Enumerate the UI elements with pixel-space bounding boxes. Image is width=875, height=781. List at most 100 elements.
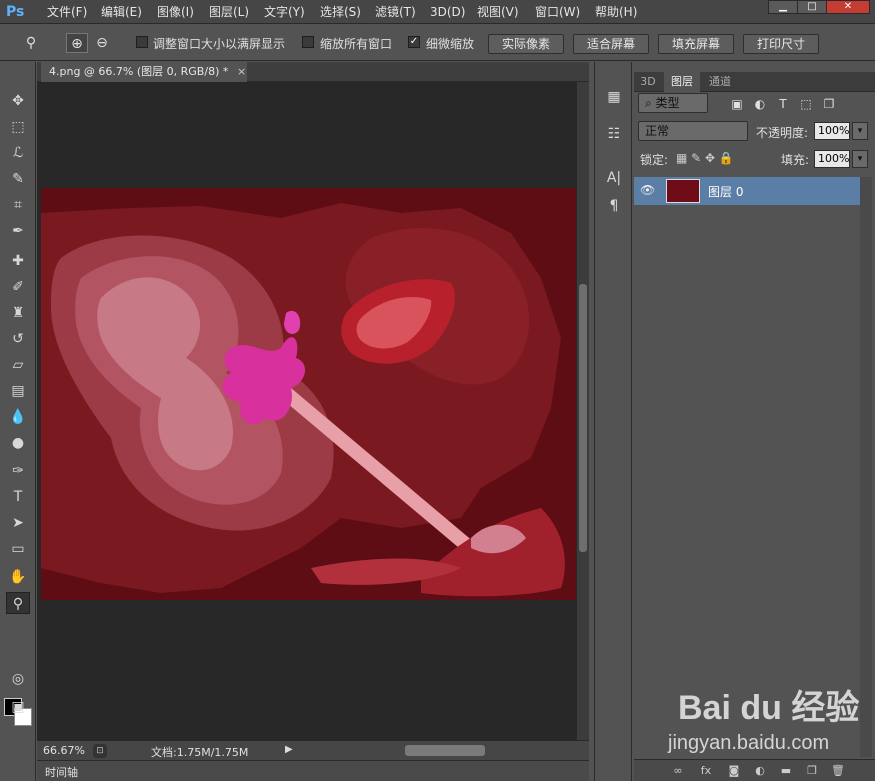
menu-image[interactable]: 图像(I) <box>157 4 194 20</box>
menu-window[interactable]: 窗口(W) <box>535 4 580 20</box>
options-bar: ⚲ ⊕ ⊖ 调整窗口大小以满屏显示 缩放所有窗口 ✓ 细微缩放 实际像素 适合屏… <box>0 25 875 61</box>
menu-edit[interactable]: 编辑(E) <box>101 4 142 20</box>
vertical-scrollbar[interactable] <box>577 82 589 740</box>
fx-icon[interactable]: fx <box>698 763 714 779</box>
adjustment-filter-icon[interactable]: ◐ <box>752 96 768 112</box>
search-icon: ⌕ <box>645 96 656 110</box>
marquee-tool-icon[interactable]: ⬚ <box>6 116 30 138</box>
zoom-out-icon[interactable]: ⊖ <box>91 33 113 53</box>
horizontal-scroll-thumb[interactable] <box>405 745 485 756</box>
menu-filter[interactable]: 滤镜(T) <box>375 4 416 20</box>
fit-screen-button[interactable]: 适合屏幕 <box>573 34 649 54</box>
pen-tool-icon[interactable]: ✑ <box>6 460 30 482</box>
menu-view[interactable]: 视图(V) <box>477 4 519 20</box>
status-bar: 66.67% ⊡ 文档:1.75M/1.75M ▶ <box>37 740 589 760</box>
scrubby-zoom-checkbox[interactable]: ✓ <box>408 36 420 48</box>
quick-select-tool-icon[interactable]: ✎ <box>6 168 30 190</box>
delete-layer-icon[interactable]: 🗑 <box>830 763 846 779</box>
menu-3d[interactable]: 3D(D) <box>430 4 465 20</box>
quick-mask-icon[interactable]: ◎ <box>6 668 30 690</box>
menu-layer[interactable]: 图层(L) <box>209 4 249 20</box>
new-layer-icon[interactable]: ❐ <box>804 763 820 779</box>
zoom-tool-icon[interactable]: ⚲ <box>6 592 30 614</box>
actual-pixels-button[interactable]: 实际像素 <box>488 34 564 54</box>
gradient-tool-icon[interactable]: ▤ <box>6 380 30 402</box>
zoom-tool-preset-icon[interactable]: ⚲ <box>20 33 42 53</box>
share-icon[interactable]: ⊡ <box>93 744 107 758</box>
fill-label: 填充: <box>781 153 810 167</box>
tab-3d[interactable]: 3D <box>634 72 662 92</box>
fill-screen-button[interactable]: 填充屏幕 <box>658 34 734 54</box>
document-tab[interactable]: 4.png @ 66.7% (图层 0, RGB/8) * × <box>41 62 247 82</box>
watermark-url: jingyan.baidu.com <box>668 732 830 754</box>
healing-brush-tool-icon[interactable]: ✚ <box>6 250 30 272</box>
zoom-readout[interactable]: 66.67% <box>43 744 85 757</box>
smart-object-filter-icon[interactable]: ❐ <box>821 96 837 112</box>
layer-filter-select[interactable]: ⌕ 类型 <box>638 93 708 113</box>
status-menu-arrow-icon[interactable]: ▶ <box>285 744 293 755</box>
hand-tool-icon[interactable]: ✋ <box>6 566 30 588</box>
screen-mode-icon[interactable]: ▣ <box>6 696 30 718</box>
maximize-button[interactable]: □ <box>797 0 827 14</box>
history-brush-tool-icon[interactable]: ↺ <box>6 328 30 350</box>
zoom-all-label: 缩放所有窗口 <box>320 37 393 51</box>
baidu-watermark: Bai du 经验 jingyan.baidu.com <box>660 680 860 760</box>
resize-windows-checkbox[interactable] <box>136 36 148 48</box>
pixel-filter-icon[interactable]: ▣ <box>729 96 745 112</box>
shape-filter-icon[interactable]: ⬚ <box>798 96 814 112</box>
menu-bar: Ps 文件(F) 编辑(E) 图像(I) 图层(L) 文字(Y) 选择(S) 滤… <box>0 0 875 24</box>
vertical-scroll-thumb[interactable] <box>579 284 587 552</box>
type-tool-icon[interactable]: T <box>6 486 30 508</box>
clone-stamp-tool-icon[interactable]: ♜ <box>6 302 30 324</box>
document-image[interactable] <box>41 188 576 600</box>
opacity-dropdown-icon[interactable]: ▾ <box>852 122 868 140</box>
panel-tabs: 3D 图层 通道 <box>634 72 875 92</box>
layers-scrollbar[interactable] <box>860 177 872 757</box>
print-size-button[interactable]: 打印尺寸 <box>743 34 819 54</box>
document-tab-bar: 4.png @ 66.7% (图层 0, RGB/8) * × <box>37 62 589 82</box>
watermark-brand: Bai du 经验 <box>678 689 860 727</box>
blend-mode-select[interactable]: 正常 <box>638 121 748 141</box>
menu-file[interactable]: 文件(F) <box>47 4 87 20</box>
lasso-tool-icon[interactable]: ℒ <box>6 142 30 164</box>
character-panel-icon[interactable]: A| <box>603 168 625 188</box>
eyedropper-tool-icon[interactable]: ✒ <box>6 220 30 242</box>
group-folder-icon[interactable]: ▬ <box>778 763 794 779</box>
minimize-button[interactable]: ▁ <box>768 0 798 14</box>
menu-type[interactable]: 文字(Y) <box>264 4 305 20</box>
crop-tool-icon[interactable]: ⌗ <box>6 194 30 216</box>
type-filter-icon[interactable]: T <box>775 96 791 112</box>
zoom-in-icon[interactable]: ⊕ <box>66 33 88 53</box>
properties-panel-icon[interactable]: ☷ <box>603 124 625 144</box>
dodge-tool-icon[interactable]: ● <box>6 432 30 454</box>
paragraph-panel-icon[interactable]: ¶ <box>603 196 625 216</box>
canvas-area[interactable] <box>37 82 577 740</box>
menu-select[interactable]: 选择(S) <box>320 4 361 20</box>
add-mask-icon[interactable]: ◙ <box>726 763 742 779</box>
fill-dropdown-icon[interactable]: ▾ <box>852 150 868 168</box>
eraser-tool-icon[interactable]: ▱ <box>6 354 30 376</box>
close-button[interactable]: ✕ <box>826 0 870 14</box>
zoom-all-checkbox[interactable] <box>302 36 314 48</box>
photoshop-logo: Ps <box>6 4 25 20</box>
layers-panel: 3D 图层 通道 ⌕ 类型 ▣ ◐ T ⬚ ❐ 正常 不透明度: 100% ▾ … <box>634 62 875 781</box>
adjustment-layer-icon[interactable]: ◐ <box>752 763 768 779</box>
blur-tool-icon[interactable]: 💧 <box>6 406 30 428</box>
layer-name[interactable]: 图层 0 <box>708 183 743 200</box>
path-select-tool-icon[interactable]: ➤ <box>6 512 30 534</box>
opacity-input[interactable]: 100% <box>814 122 850 140</box>
close-tab-icon[interactable]: × <box>237 62 249 82</box>
lock-icons[interactable]: ▦ ✎ ✥ 🔒 <box>676 151 734 165</box>
history-panel-icon[interactable]: ▦ <box>603 87 625 107</box>
layer-row[interactable]: 👁 图层 0 <box>634 177 860 205</box>
move-tool-icon[interactable]: ✥ <box>6 90 30 112</box>
timeline-bar[interactable]: 时间轴 <box>37 760 589 781</box>
fill-input[interactable]: 100% <box>814 150 850 168</box>
brush-tool-icon[interactable]: ✐ <box>6 276 30 298</box>
visibility-eye-icon[interactable]: 👁 <box>640 183 655 197</box>
link-layers-icon[interactable]: ∞ <box>670 763 686 779</box>
tab-channels[interactable]: 通道 <box>702 72 738 92</box>
menu-help[interactable]: 帮助(H) <box>595 4 637 20</box>
tab-layers[interactable]: 图层 <box>664 72 700 92</box>
rectangle-tool-icon[interactable]: ▭ <box>6 538 30 560</box>
